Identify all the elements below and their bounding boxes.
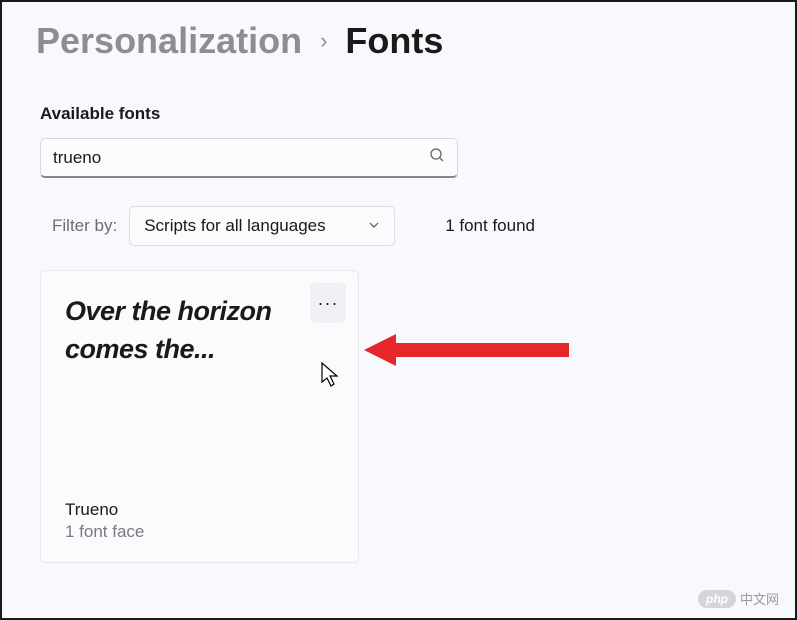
- filter-select[interactable]: Scripts for all languages: [129, 206, 395, 246]
- breadcrumb-parent[interactable]: Personalization: [36, 20, 302, 62]
- breadcrumb-current: Fonts: [345, 20, 443, 62]
- font-name: Trueno: [65, 500, 334, 520]
- available-fonts-label: Available fonts: [40, 104, 757, 124]
- filter-selected-value: Scripts for all languages: [144, 216, 325, 236]
- font-faces-count: 1 font face: [65, 522, 334, 542]
- font-card[interactable]: ··· Over the horizon comes the... Trueno…: [40, 270, 359, 563]
- chevron-down-icon: [368, 216, 380, 236]
- font-preview-text: Over the horizon comes the...: [65, 293, 334, 500]
- search-icon: [429, 147, 445, 168]
- filter-row: Filter by: Scripts for all languages 1 f…: [40, 206, 757, 246]
- filter-label: Filter by:: [52, 216, 117, 236]
- search-input[interactable]: [53, 148, 429, 168]
- watermark-text: 中文网: [740, 589, 779, 608]
- chevron-right-icon: ›: [320, 28, 327, 54]
- breadcrumb: Personalization › Fonts: [2, 2, 795, 62]
- watermark: php 中文网: [698, 589, 779, 608]
- watermark-badge: php: [698, 590, 736, 608]
- search-box[interactable]: [40, 138, 458, 178]
- results-count: 1 font found: [445, 216, 535, 236]
- more-options-button[interactable]: ···: [310, 283, 346, 323]
